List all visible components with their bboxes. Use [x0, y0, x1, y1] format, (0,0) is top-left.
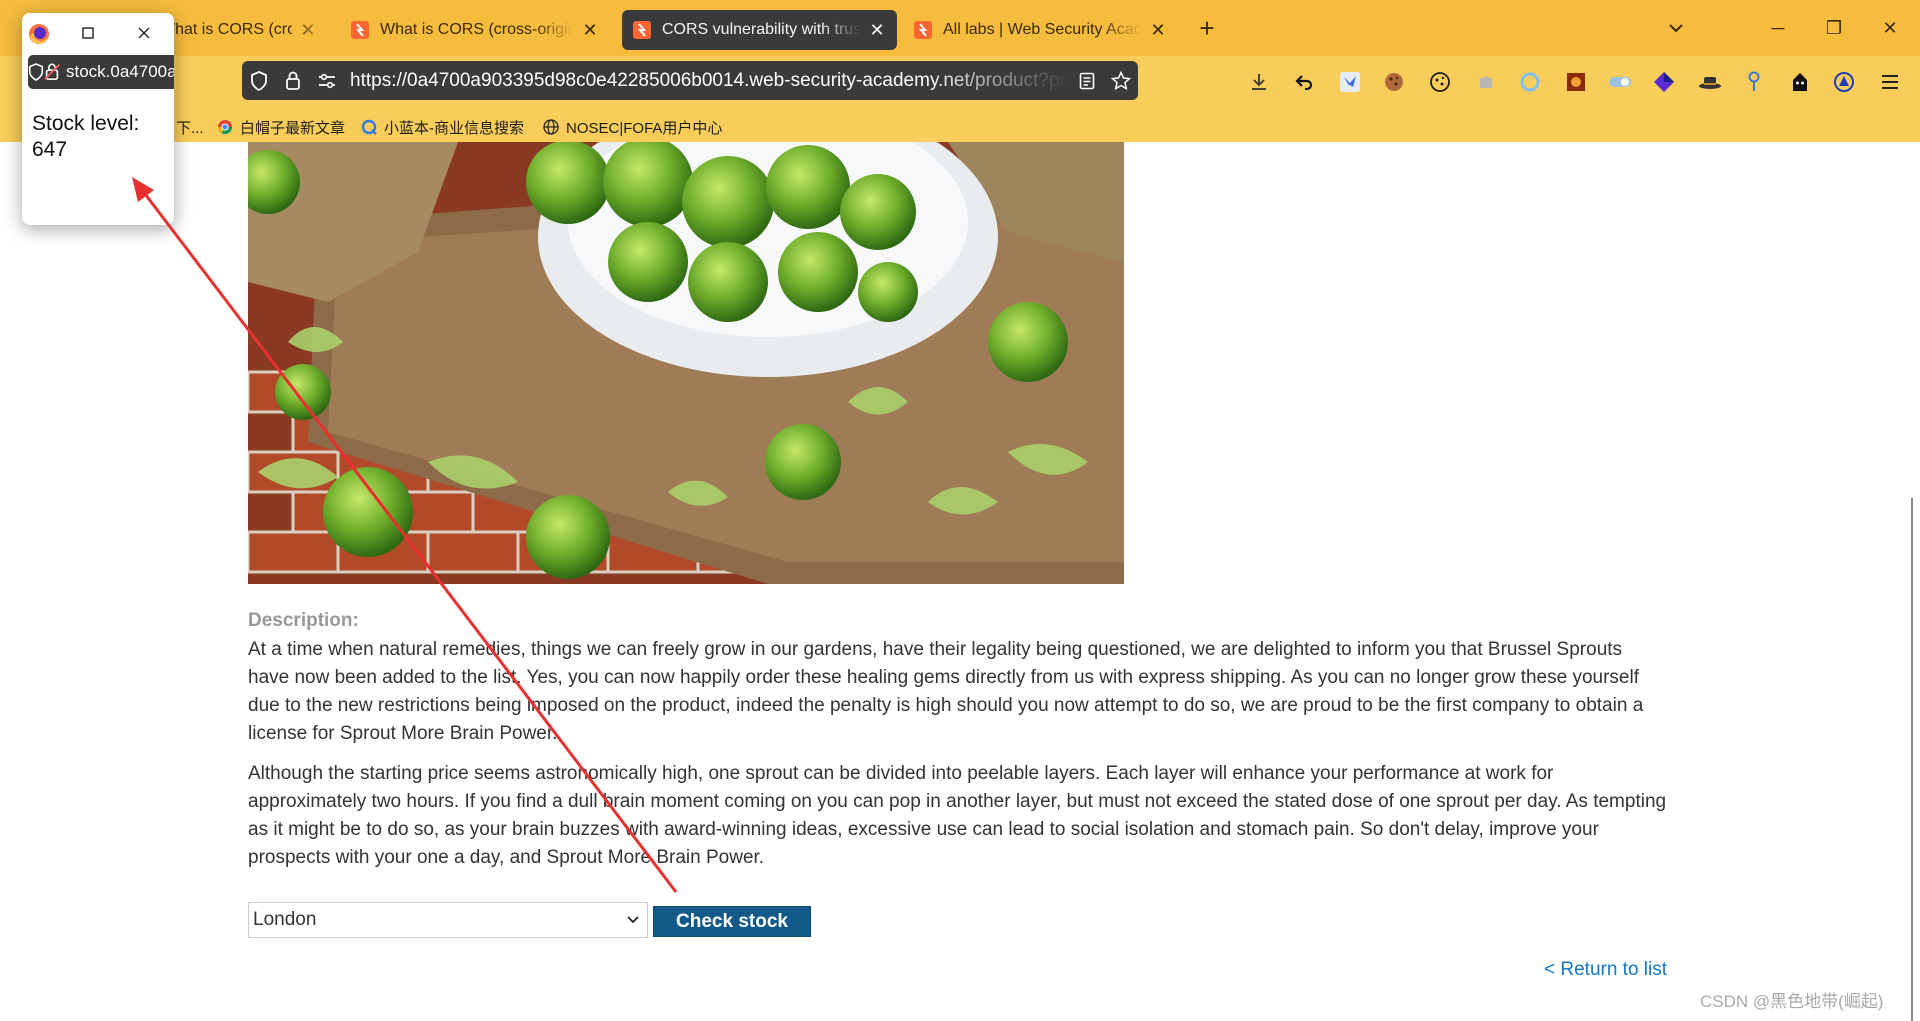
bookmark-item[interactable]: 小蓝本-商业信息搜索 — [360, 112, 524, 142]
menu-hamburger-icon[interactable] — [1876, 68, 1904, 96]
downloads-icon[interactable] — [1245, 68, 1273, 96]
bookmark-label: 小蓝本-商业信息搜索 — [384, 119, 524, 137]
portswigger-logo-icon — [350, 20, 370, 40]
extension-bird-icon[interactable] — [1336, 68, 1364, 96]
new-tab-button[interactable]: + — [1192, 14, 1222, 44]
bookmark-item[interactable]: NOSEC|FOFA用户中心 — [542, 112, 722, 142]
extension-pin-icon[interactable] — [1740, 68, 1768, 96]
bookmark-label: 白帽子最新文章 — [240, 119, 346, 137]
return-to-list-link[interactable]: < Return to list — [1544, 959, 1667, 981]
page-content: Description: At a time when natural reme… — [0, 142, 1920, 1021]
close-window-icon[interactable]: ✕ — [1870, 10, 1910, 46]
store-select-value: London — [253, 909, 317, 930]
close-icon[interactable]: ✕ — [580, 20, 600, 41]
permissions-icon[interactable] — [310, 61, 344, 100]
description-paragraph-2: Although the starting price seems astron… — [248, 763, 1667, 868]
close-icon[interactable]: ✕ — [1148, 20, 1168, 41]
tab-cors-vulnerability[interactable]: CORS vulnerability with trusted insecure… — [622, 10, 897, 50]
reader-view-icon[interactable] — [1070, 61, 1104, 100]
tab-title: What is CORS (cross-origin resource shar… — [380, 21, 574, 38]
tab-strip: What is CORS (cross-origin resource shar… — [0, 0, 1920, 56]
maximize-icon[interactable] — [78, 23, 98, 43]
tab-title: All labs | Web Security Academy — [943, 21, 1142, 38]
portswigger-logo-icon — [913, 20, 933, 40]
list-all-tabs-chevron-icon[interactable] — [1656, 10, 1696, 46]
stock-level-value: 647 — [32, 138, 68, 161]
description-paragraph-1: At a time when natural remedies, things … — [248, 639, 1644, 744]
watermark: CSDN @黑色地带(崛起) — [1700, 992, 1884, 1011]
tab-cors-what-is-1[interactable]: What is CORS (cross-origin resource shar… — [150, 10, 328, 50]
firefox-logo-icon — [28, 23, 50, 45]
back-arrow-icon[interactable] — [1290, 68, 1318, 96]
extension-cube-icon[interactable] — [1650, 68, 1678, 96]
check-stock-button[interactable]: Check stock — [653, 906, 811, 937]
chevron-down-icon — [625, 911, 641, 933]
extension-circle-icon[interactable] — [1516, 68, 1544, 96]
extension-hat-icon[interactable] — [1696, 68, 1724, 96]
stock-popup-window[interactable]: stock.0a4700a903395d98c0e42285006b0014.w… — [22, 13, 174, 225]
extension-cookie-editor-icon[interactable] — [1426, 68, 1454, 96]
extension-hackbar-icon[interactable] — [1562, 68, 1590, 96]
restore-icon[interactable]: ❐ — [1814, 10, 1854, 46]
xiaolanben-logo-icon — [360, 118, 378, 136]
chrome-logo-icon — [216, 118, 234, 136]
account-icon[interactable] — [1830, 68, 1858, 96]
minimize-icon[interactable]: ─ — [1758, 10, 1798, 46]
bookmarks-toolbar: 下... 白帽子最新文章 小蓝本-商业信息搜索 NOSEC|FOFA用户中心 — [0, 112, 1920, 142]
popup-url-text: stock.0a4700a903395d98c0e42285006b0014.w… — [66, 62, 174, 81]
scrollbar-thumb[interactable] — [1911, 498, 1913, 1021]
bookmark-label: 下... — [176, 119, 204, 137]
popup-body: Stock level: 647 — [32, 111, 172, 163]
close-icon[interactable]: ✕ — [867, 20, 887, 41]
extension-puzzle-icon[interactable] — [1472, 68, 1500, 96]
popup-address-bar[interactable]: stock.0a4700a903395d98c0e42285006b0014.w… — [28, 55, 174, 89]
tab-cors-what-is-2[interactable]: What is CORS (cross-origin resource shar… — [340, 10, 610, 50]
popup-titlebar — [22, 13, 174, 55]
bookmark-item[interactable]: 下... — [176, 112, 204, 142]
insecure-lock-icon — [44, 63, 60, 81]
stock-level-label: Stock level: — [32, 112, 140, 135]
lock-icon[interactable] — [276, 61, 310, 100]
description-heading: Description: — [248, 610, 359, 631]
extension-cookie-icon[interactable] — [1380, 68, 1408, 96]
navigation-toolbar: https://0a4700a903395d98c0e42285006b0014… — [0, 56, 1920, 112]
shield-icon — [28, 63, 44, 81]
tab-title: What is CORS (cross-origin resource shar… — [160, 21, 292, 38]
bookmark-label: NOSEC|FOFA用户中心 — [566, 119, 723, 137]
extension-hacker-icon[interactable] — [1786, 68, 1814, 96]
bookmark-star-icon[interactable] — [1104, 61, 1138, 100]
globe-icon — [542, 118, 560, 136]
extension-toggle-icon[interactable] — [1606, 68, 1634, 96]
close-icon[interactable] — [134, 23, 154, 43]
shield-icon[interactable] — [242, 61, 276, 100]
tab-title: CORS vulnerability with trusted insecure… — [662, 21, 861, 38]
store-select[interactable]: London — [248, 902, 648, 938]
address-bar[interactable]: https://0a4700a903395d98c0e42285006b0014… — [242, 61, 1138, 100]
tab-all-labs[interactable]: All labs | Web Security Academy ✕ — [903, 10, 1178, 50]
product-image — [248, 142, 1124, 584]
close-icon[interactable]: ✕ — [298, 20, 318, 41]
portswigger-logo-icon — [632, 20, 652, 40]
bookmark-item[interactable]: 白帽子最新文章 — [216, 112, 345, 142]
url-text[interactable]: https://0a4700a903395d98c0e42285006b0014… — [344, 70, 1070, 92]
